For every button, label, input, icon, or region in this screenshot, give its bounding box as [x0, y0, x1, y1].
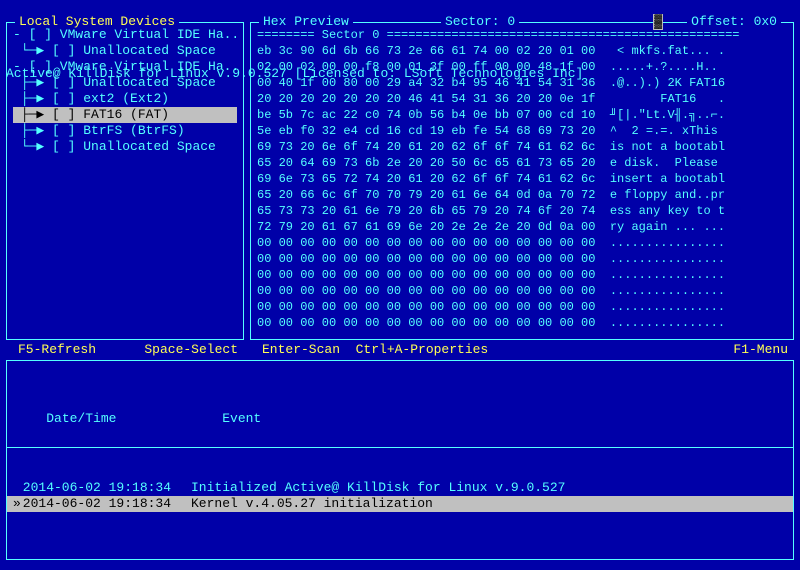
- hex-line: 00 00 00 00 00 00 00 00 00 00 00 00 00 0…: [257, 235, 787, 251]
- refresh-hint: F5-Refresh: [18, 342, 96, 358]
- hex-statusbar: Enter-Scan Ctrl+A-Properties F1-Menu: [256, 342, 794, 358]
- device-tree-item[interactable]: - [ ] VMware Virtual IDE Ha..: [13, 27, 237, 43]
- log-datetime: 2014-06-02 19:18:34: [15, 480, 191, 496]
- menu-hint: F1-Menu: [733, 342, 788, 358]
- device-tree[interactable]: - [ ] VMware Virtual IDE Ha.. └─▶ [ ] Un…: [13, 27, 237, 335]
- hex-line: 00 00 00 00 00 00 00 00 00 00 00 00 00 0…: [257, 315, 787, 331]
- device-tree-item[interactable]: ├─▶ [ ] ext2 (Ext2): [13, 91, 237, 107]
- hex-line: 65 73 73 20 61 6e 79 20 6b 65 79 20 74 6…: [257, 203, 787, 219]
- device-tree-item[interactable]: └─▶ [ ] Unallocated Space: [13, 139, 237, 155]
- devices-panel: Local System Devices - [ ] VMware Virtua…: [6, 22, 244, 340]
- hex-panel: Hex Preview Sector: 0 ▓ Offset: 0x0 ====…: [250, 22, 794, 340]
- hex-line: 69 73 20 6e 6f 74 20 61 20 62 6f 6f 74 6…: [257, 139, 787, 155]
- device-tree-item[interactable]: - [ ] VMware Virtual IDE Ha..: [13, 59, 237, 75]
- hex-line: 20 20 20 20 20 20 20 46 41 54 31 36 20 2…: [257, 91, 787, 107]
- hex-line: 72 79 20 61 67 61 69 6e 20 2e 2e 2e 20 0…: [257, 219, 787, 235]
- hex-line: 00 40 1f 00 80 00 29 a4 32 b4 95 46 41 5…: [257, 75, 787, 91]
- log-header: Date/TimeEvent: [7, 393, 793, 448]
- hex-line: 65 20 66 6c 6f 70 70 79 20 61 6e 64 0d 0…: [257, 187, 787, 203]
- log-datetime: 2014-06-02 19:18:34: [15, 496, 191, 512]
- log-body[interactable]: 2014-06-02 19:18:34Initialized Active@ K…: [7, 480, 793, 512]
- hex-line: be 5b 7c ac 22 c0 74 0b 56 b4 0e bb 07 0…: [257, 107, 787, 123]
- hex-line: 00 00 00 00 00 00 00 00 00 00 00 00 00 0…: [257, 267, 787, 283]
- device-tree-item[interactable]: └─▶ [ ] Unallocated Space: [13, 43, 237, 59]
- log-col-datetime: Date/Time: [46, 411, 222, 427]
- log-col-event: Event: [222, 411, 261, 426]
- hex-line: 5e eb f0 32 e4 cd 16 cd 19 eb fe 54 68 6…: [257, 123, 787, 139]
- hex-line: 69 6e 73 65 72 74 20 61 20 62 6f 6f 74 6…: [257, 171, 787, 187]
- log-panel: Date/TimeEvent 2014-06-02 19:18:34Initia…: [6, 360, 794, 560]
- log-event: Initialized Active@ KillDisk for Linux v…: [191, 480, 565, 495]
- device-tree-item[interactable]: ├─▶ [ ] FAT16 (FAT): [13, 107, 237, 123]
- hex-line: 00 00 00 00 00 00 00 00 00 00 00 00 00 0…: [257, 283, 787, 299]
- hex-dump[interactable]: ======== Sector 0 ======================…: [257, 27, 787, 335]
- log-event: Kernel v.4.05.27 initialization: [191, 496, 433, 511]
- hex-line: ======== Sector 0 ======================…: [257, 27, 787, 43]
- log-row[interactable]: 2014-06-02 19:18:34Initialized Active@ K…: [7, 480, 793, 496]
- hex-line: 00 00 00 00 00 00 00 00 00 00 00 00 00 0…: [257, 299, 787, 315]
- hex-line: 00 00 00 00 00 00 00 00 00 00 00 00 00 0…: [257, 251, 787, 267]
- scan-hint: Enter-Scan Ctrl+A-Properties: [262, 342, 488, 358]
- log-row[interactable]: 2014-06-02 19:18:34Kernel v.4.05.27 init…: [7, 496, 793, 512]
- device-tree-item[interactable]: ├─▶ [ ] BtrFS (BtrFS): [13, 123, 237, 139]
- hex-line: eb 3c 90 6d 6b 66 73 2e 66 61 74 00 02 2…: [257, 43, 787, 59]
- select-hint: Space-Select: [144, 342, 238, 358]
- hex-line: 65 20 64 69 73 6b 2e 20 20 50 6c 65 61 7…: [257, 155, 787, 171]
- hex-line: 02 00 02 00 00 f8 00 01 3f 00 ff 00 00 4…: [257, 59, 787, 75]
- device-tree-item[interactable]: ├─▶ [ ] Unallocated Space: [13, 75, 237, 91]
- devices-statusbar: F5-Refresh Space-Select: [12, 342, 244, 358]
